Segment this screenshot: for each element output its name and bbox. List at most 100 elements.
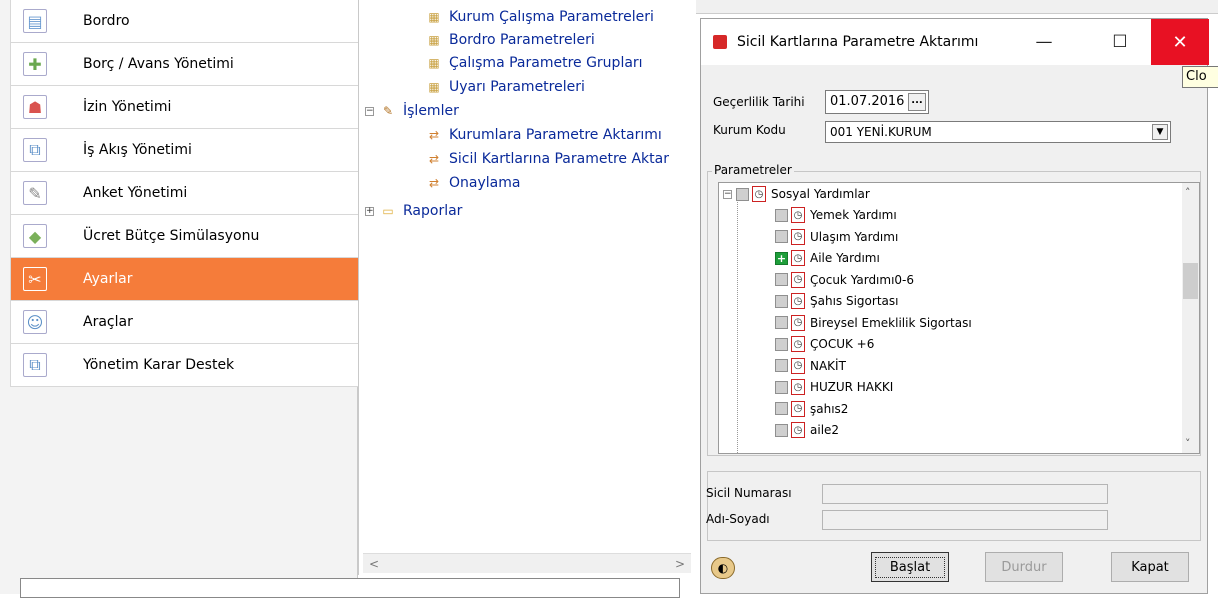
checkbox[interactable]: [775, 402, 788, 415]
nav-item-label: İzin Yönetimi: [83, 99, 172, 115]
nav-item[interactable]: ▤ Bordro: [10, 0, 358, 43]
checkbox[interactable]: [775, 208, 788, 222]
maximize-icon: ☐: [1112, 32, 1128, 52]
module-list: ▤ Bordro ✚ Borç / Avans Yönetimi ☗ İzin Yönet…: [10, 0, 358, 387]
checkbox[interactable]: +: [775, 251, 788, 265]
checkbox[interactable]: [775, 337, 788, 351]
workflow-icon: ⧉: [23, 138, 47, 162]
parameter-label: aile2: [810, 423, 840, 437]
tree-item[interactable]: ▦ Uyarı Parametreleri: [425, 76, 585, 98]
close-dialog-button[interactable]: Kapat: [1111, 552, 1189, 582]
checkbox[interactable]: [775, 316, 788, 329]
clock-icon: ◷: [791, 379, 805, 395]
minimize-button[interactable]: —: [1021, 19, 1067, 65]
nav-item[interactable]: ◆ Ücret Bütçe Simülasyonu: [10, 215, 358, 258]
tree-item[interactable]: ⇄ Kurumlara Parametre Aktarımı: [425, 124, 662, 146]
tree-item[interactable]: ▭ Raporlar: [379, 200, 462, 222]
tree-item[interactable]: ▦ Kurum Çalışma Parametreleri: [425, 6, 654, 28]
expand-icon[interactable]: +: [365, 207, 374, 216]
dialog-titlebar[interactable]: Sicil Kartlarına Parametre Aktarımı — ☐ …: [701, 19, 1209, 65]
chevron-down-icon[interactable]: ▼: [1152, 124, 1168, 140]
tree-item[interactable]: ▦ Çalışma Parametre Grupları: [425, 52, 643, 74]
tree-item[interactable]: ▦ Bordro Parametreleri: [425, 29, 595, 51]
nav-item-label: Bordro: [83, 13, 130, 29]
parameter-row[interactable]: ◷ şahıs2: [775, 399, 848, 419]
parameter-root-row[interactable]: − ◷ Sosyal Yardımlar: [723, 184, 870, 204]
parameter-row[interactable]: ◷ NAKİT: [775, 356, 846, 376]
institution-code-select[interactable]: 001 YENİ.KURUM ▼: [825, 121, 1171, 143]
checkbox[interactable]: [775, 359, 788, 372]
parameter-row[interactable]: ◷ Şahıs Sigortası: [775, 291, 898, 311]
clock-icon: ◷: [791, 250, 805, 266]
nav-item[interactable]: ☺ Araçlar: [10, 301, 358, 344]
collapse-icon[interactable]: −: [365, 107, 374, 116]
budget-sim-icon: ◆: [23, 224, 47, 248]
nav-item[interactable]: ✎ Anket Yönetimi: [10, 172, 358, 215]
transfer-icon: ⇄: [428, 152, 440, 166]
parameter-row[interactable]: + ◷ Aile Yardımı: [775, 248, 880, 268]
nav-item[interactable]: ☗ İzin Yönetimi: [10, 86, 358, 129]
stop-button-label: Durdur: [1001, 559, 1047, 575]
close-tooltip: Clo: [1182, 66, 1218, 88]
tree-horizontal-scrollbar[interactable]: < >: [363, 553, 691, 573]
start-button[interactable]: Başlat: [871, 552, 949, 582]
scroll-left-icon[interactable]: <: [369, 557, 379, 571]
nav-item-label: Araçlar: [83, 314, 133, 330]
parameters-vertical-scrollbar[interactable]: ˄ ˅: [1182, 183, 1199, 453]
nav-item-label: İş Akış Yönetimi: [83, 142, 192, 158]
parameter-row[interactable]: ◷ Ulaşım Yardımı: [775, 227, 898, 247]
clock-icon: ◷: [791, 336, 805, 352]
clock-icon: ◷: [791, 293, 805, 309]
clock-icon: ◷: [791, 400, 805, 417]
clock-icon: ◷: [791, 228, 805, 245]
checkbox[interactable]: [775, 230, 788, 243]
nav-item[interactable]: ✂ Ayarlar: [10, 258, 358, 301]
checkbox[interactable]: [775, 423, 788, 437]
scroll-down-icon[interactable]: ˅: [1185, 437, 1191, 450]
checkbox[interactable]: [736, 187, 749, 201]
tree-item-label: Sicil Kartlarına Parametre Aktar: [449, 151, 669, 167]
clock-icon: ◷: [752, 186, 766, 202]
maximize-button[interactable]: ☐: [1097, 19, 1143, 65]
close-icon: ✕: [1172, 31, 1188, 53]
tree-item-label: Onaylama: [449, 175, 521, 191]
checkbox[interactable]: [775, 380, 788, 394]
registry-number-label: Sicil Numarası: [706, 486, 792, 500]
name-surname-field: [822, 510, 1108, 530]
validity-date-field[interactable]: 01.07.2016 ...: [825, 90, 929, 114]
scrollbar-thumb[interactable]: [1183, 263, 1198, 299]
tree-item-label: Raporlar: [403, 203, 463, 219]
parameter-row[interactable]: ◷ HUZUR HAKKI: [775, 377, 893, 397]
tree-item[interactable]: ⇄ Onaylama: [425, 172, 520, 194]
app-icon: [713, 35, 727, 49]
nav-item[interactable]: ✚ Borç / Avans Yönetimi: [10, 43, 358, 86]
nav-item[interactable]: ⧉ Yönetim Karar Destek: [10, 344, 358, 387]
collapse-icon[interactable]: −: [723, 189, 732, 199]
tree-item-label: Bordro Parametreleri: [449, 32, 595, 48]
parameter-row[interactable]: ◷ Bireysel Emeklilik Sigortası: [775, 313, 972, 333]
payroll-icon: ▤: [23, 9, 47, 33]
nav-item[interactable]: ⧉ İş Akış Yönetimi: [10, 129, 358, 172]
checkbox[interactable]: [775, 294, 788, 308]
parameter-row[interactable]: ◷ Yemek Yardımı: [775, 205, 897, 225]
nav-item-label: Borç / Avans Yönetimi: [83, 56, 234, 72]
parameter-label: Bireysel Emeklilik Sigortası: [810, 315, 972, 330]
leave-icon: ☗: [23, 95, 47, 119]
tree-item[interactable]: ⇄ Sicil Kartlarına Parametre Aktar: [425, 148, 669, 170]
tree-item[interactable]: ✎ İşlemler: [379, 100, 459, 122]
parameter-row[interactable]: ◷ aile2: [775, 420, 839, 440]
validity-date-label: Geçerlilik Tarihi: [713, 95, 805, 109]
scroll-up-icon[interactable]: ˄: [1185, 186, 1191, 199]
date-picker-button[interactable]: ...: [908, 93, 926, 111]
parameter-row[interactable]: ◷ Çocuk Yardımı0-6: [775, 270, 914, 290]
scroll-right-icon[interactable]: >: [675, 557, 685, 571]
tree-item-label: Çalışma Parametre Grupları: [449, 55, 643, 71]
parameters-tree[interactable]: − ◷ Sosyal Yardımlar ◷ Yemek Yardımı ◷ Ulaş…: [718, 182, 1200, 454]
parameter-row[interactable]: ◷ ÇOCUK +6: [775, 334, 874, 354]
checkbox[interactable]: [775, 273, 788, 286]
help-icon[interactable]: ◐: [711, 557, 735, 579]
close-button[interactable]: ✕: [1151, 19, 1209, 65]
parameter-label: Yemek Yardımı: [810, 208, 897, 222]
survey-icon: ✎: [23, 181, 47, 205]
bottom-input[interactable]: [20, 578, 680, 598]
